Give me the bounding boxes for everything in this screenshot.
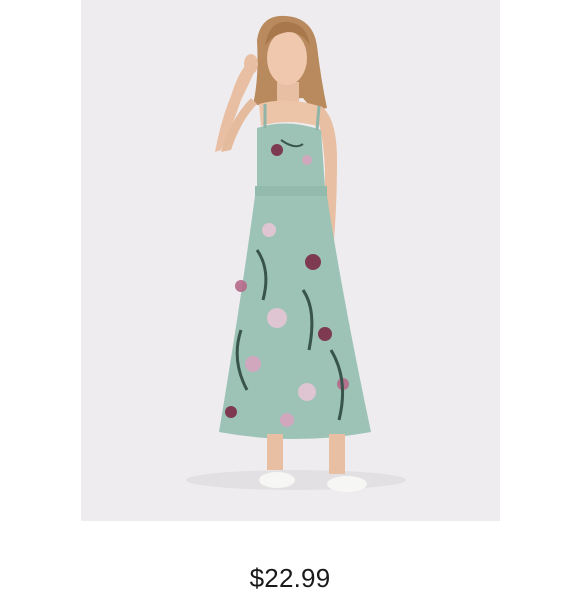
floral-maxi-dress-photo <box>81 0 500 521</box>
product-card[interactable]: $22.99 <box>0 0 580 600</box>
product-image[interactable] <box>81 0 500 521</box>
product-price: $22.99 <box>249 563 331 593</box>
